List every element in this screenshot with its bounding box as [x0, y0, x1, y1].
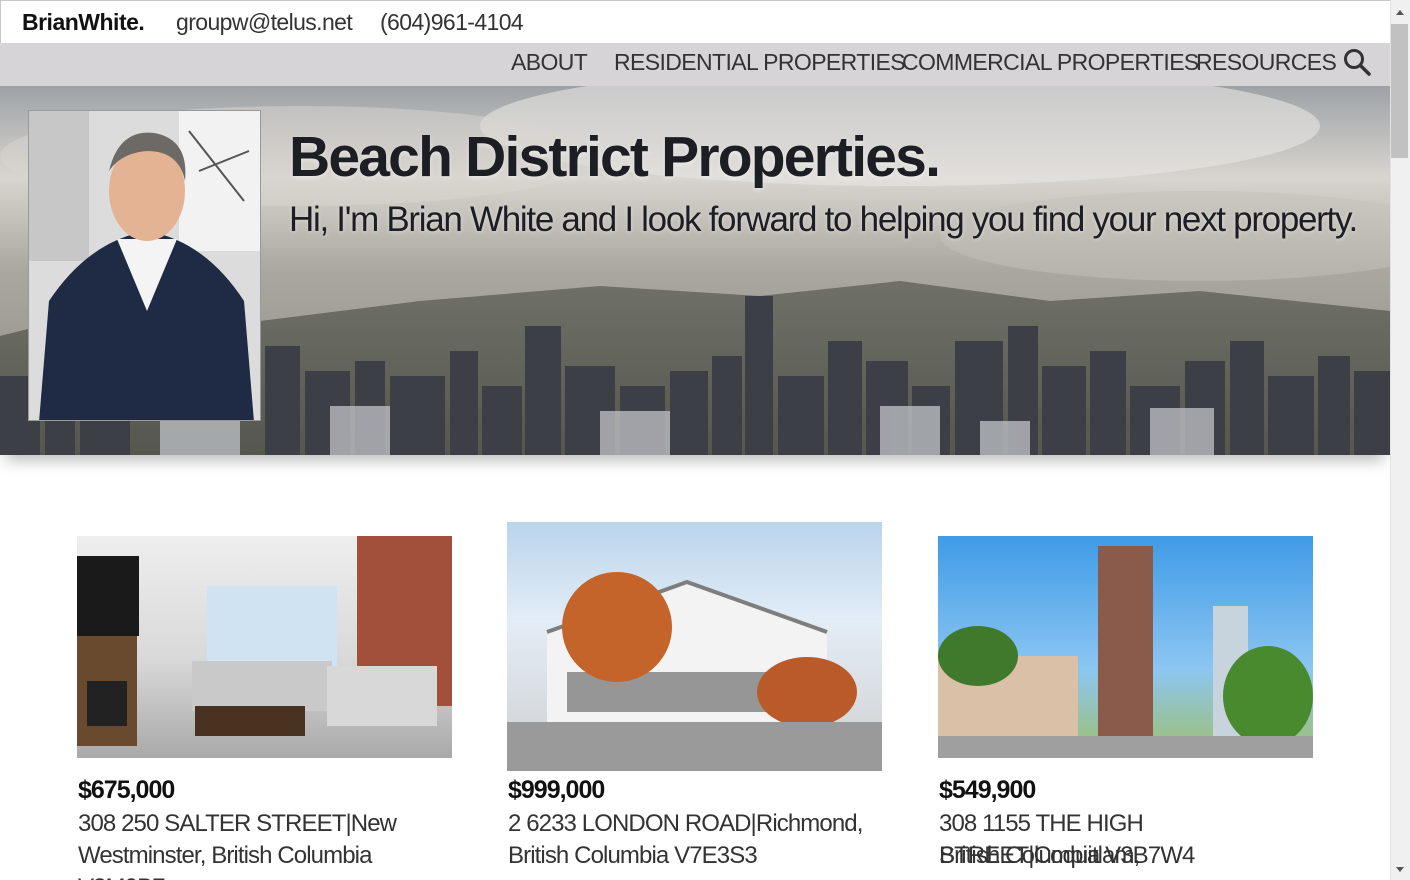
search-icon[interactable]	[1342, 47, 1372, 77]
hero-subtitle: Hi, I'm Brian White and I look forward t…	[289, 200, 1358, 239]
scrollbar-thumb[interactable]	[1391, 24, 1408, 158]
listing-photo-2[interactable]	[507, 522, 882, 771]
listing-address-2-line2[interactable]: British Columbia V7E3S3	[508, 840, 888, 872]
listing-price-1: $675,000	[78, 776, 175, 804]
hero-title: Beach District Properties.	[289, 125, 941, 189]
contact-email[interactable]: groupw@telus.net	[176, 9, 353, 36]
brand-logo[interactable]: BrianWhite.	[22, 9, 145, 36]
scroll-up-arrow-icon[interactable]	[1390, 4, 1410, 20]
listing-photo-3[interactable]	[938, 536, 1313, 758]
listing-price-2: $999,000	[508, 776, 605, 804]
nav-item-resources[interactable]: RESOURCES	[1196, 49, 1337, 76]
agent-photo	[29, 111, 260, 420]
listing-address-1-line1[interactable]: 308 250 SALTER STREET|New	[78, 808, 458, 840]
listing-address-2-line1[interactable]: 2 6233 LONDON ROAD|Richmond,	[508, 808, 888, 840]
contact-phone[interactable]: (604)961-4104	[380, 9, 524, 36]
listing-address-1-line2[interactable]: Westminster, British Columbia V3M0B7	[78, 840, 458, 880]
listing-price-3: $549,900	[939, 776, 1036, 804]
nav-item-residential-properties[interactable]: RESIDENTIAL PROPERTIES	[614, 49, 906, 76]
listing-photo-1[interactable]	[77, 536, 452, 758]
nav-item-about[interactable]: ABOUT	[511, 49, 588, 76]
scroll-down-arrow-icon[interactable]	[1390, 862, 1410, 878]
main-navigation: ABOUT RESIDENTIAL PROPERTIES COMMERCIAL …	[0, 43, 1390, 86]
listing-address-3-line2[interactable]: British Columbia V3B7W4	[939, 840, 1319, 872]
top-contact-bar: BrianWhite. groupw@telus.net (604)961-41…	[0, 0, 1390, 43]
nav-item-commercial-properties[interactable]: COMMERCIAL PROPERTIES	[902, 49, 1199, 76]
agent-portrait	[28, 110, 261, 421]
